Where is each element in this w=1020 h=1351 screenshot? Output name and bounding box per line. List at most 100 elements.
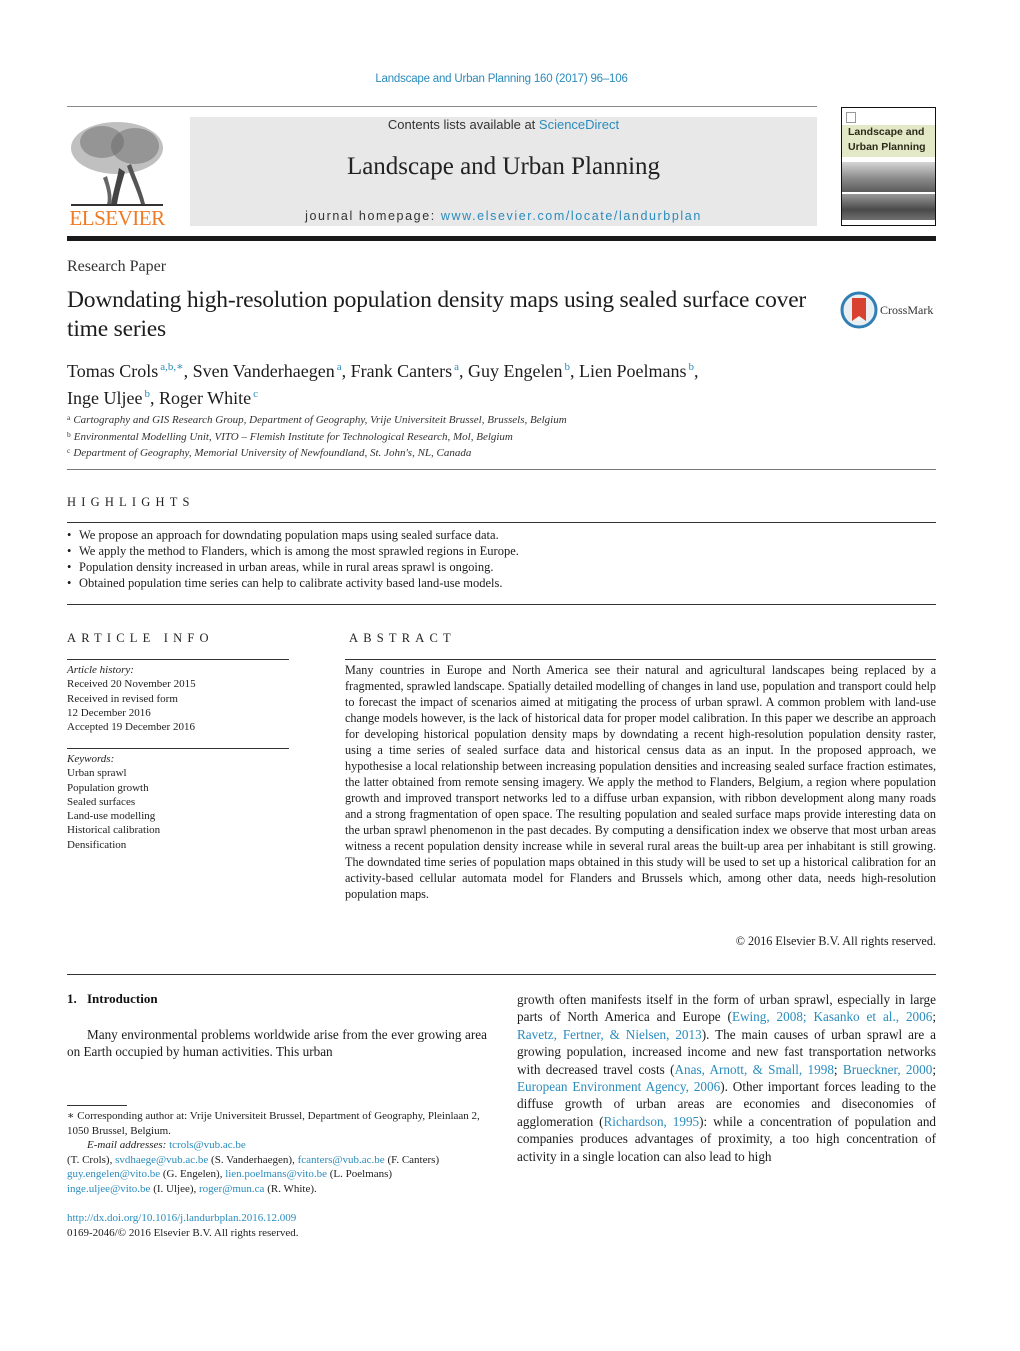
citation-link[interactable]: Ravetz, Fertner, & Nielsen, 2013 — [517, 1027, 702, 1042]
highlights-top-rule — [67, 522, 936, 523]
keyword: Urban sprawl — [67, 767, 127, 780]
affiliation-text: Cartography and GIS Research Group, Depa… — [73, 414, 567, 426]
footnotes: ∗ Corresponding author at: Vrije Univers… — [67, 1109, 487, 1196]
citation-link[interactable]: Ewing, 2008; Kasanko et al., 2006 — [732, 1009, 932, 1024]
affiliation-key: b — [67, 429, 71, 439]
email-link[interactable]: fcanters@vub.ac.be — [298, 1154, 385, 1166]
journal-cover-thumbnail[interactable]: Landscape and Urban Planning — [841, 107, 936, 226]
section-number: 1. — [67, 991, 77, 1006]
masthead-divider — [67, 106, 817, 107]
cover-publisher-mark-icon — [846, 112, 856, 123]
author-separator: , — [693, 361, 699, 381]
elsevier-wordmark: ELSEVIER — [69, 206, 165, 230]
article-history: Article history: Received 20 November 20… — [67, 663, 196, 734]
article-info-heading: ARTICLE INFO — [67, 631, 214, 645]
email-owner: (R. White). — [267, 1182, 317, 1195]
affiliation: c Department of Geography, Memorial Unive… — [67, 444, 567, 461]
highlights-bottom-rule — [67, 604, 936, 605]
history-label: Article history: — [67, 664, 134, 676]
journal-homepage-link[interactable]: www.elsevier.com/locate/landurbplan — [441, 209, 702, 223]
author-name: Frank Canters — [350, 361, 453, 381]
email-owner: (L. Poelmans) — [329, 1168, 393, 1180]
contents-line: Contents lists available at ScienceDirec… — [190, 117, 817, 132]
keyword: Land-use modelling — [67, 810, 156, 823]
article-type: Research Paper — [67, 258, 167, 275]
highlight-item: • We propose an approach for downdating p… — [67, 527, 519, 543]
journal-name: Landscape and Urban Planning — [346, 153, 661, 180]
email-link[interactable]: lien.poelmans@vito.be — [225, 1168, 327, 1180]
citation-link[interactable]: European Environment Agency, 2006 — [517, 1079, 720, 1094]
highlight-text: We apply the method to Flanders, which i… — [79, 544, 519, 558]
abstract-rule — [345, 659, 936, 660]
email-link[interactable]: inge.uljee@vito.be — [67, 1183, 150, 1195]
crossmark-label[interactable]: CrossMark — [880, 303, 933, 318]
highlight-text: Population density increased in urban ar… — [79, 560, 494, 574]
citation-link[interactable]: Anas, Arnott, & Small, 1998 — [675, 1062, 834, 1077]
author-separator: , — [183, 361, 193, 381]
email-link[interactable]: svdhaege@vub.ac.be — [115, 1154, 208, 1166]
email-addresses: E-mail addresses: tcrols@vub.ac.be (T. Cr… — [67, 1139, 440, 1195]
keyword: Population growth — [67, 781, 149, 794]
author-name: Inge Uljee — [67, 388, 143, 408]
bullet-icon: • — [67, 576, 72, 590]
keyword: Sealed surfaces — [67, 795, 136, 808]
article-title: Downdating high-resolution population de… — [67, 287, 807, 342]
email-owner: (F. Canters) — [387, 1153, 440, 1166]
keyword: Historical calibration — [67, 824, 161, 837]
email-owner: (G. Engelen) — [162, 1168, 220, 1180]
affiliation-divider — [67, 469, 936, 470]
history-item: Received 20 November 2015 — [67, 678, 196, 691]
author-separator: , — [569, 361, 579, 381]
citation-link[interactable]: Brueckner, 2000 — [843, 1062, 932, 1077]
email-label: E-mail addresses: — [87, 1139, 170, 1151]
highlight-item: • Population density increased in urban a… — [67, 559, 519, 575]
doi-link[interactable]: http://dx.doi.org/10.1016/j.landurbplan.… — [67, 1211, 299, 1226]
author-list: Tomas Crols a,b,∗, Sven Vanderhaegen a, Fr… — [67, 356, 847, 410]
body-text: ; — [932, 1061, 936, 1077]
affiliation-key: c — [67, 446, 71, 455]
keyword: Densification — [67, 838, 127, 851]
author-name: Guy Engelen — [468, 361, 563, 381]
author-affiliation-marker[interactable]: c — [253, 388, 258, 400]
email-link[interactable]: tcrols@vub.ac.be — [169, 1139, 246, 1151]
cover-title-line1: Landscape and — [848, 126, 925, 138]
abstract-heading: ABSTRACT — [349, 631, 456, 645]
intro-paragraph-right: growth often manifests itself in the for… — [517, 991, 936, 1165]
highlights-list: • We propose an approach for downdating p… — [67, 527, 519, 591]
affiliation-text: Environmental Modelling Unit, VITO – Fle… — [73, 430, 513, 443]
author-affiliation-marker[interactable]: a,b,∗ — [160, 361, 183, 373]
body-text: ; — [932, 1009, 936, 1025]
email-link[interactable]: roger@mun.ca — [199, 1183, 264, 1195]
keywords-rule — [67, 748, 289, 749]
footnote-rule — [67, 1105, 127, 1106]
highlight-item: • Obtained population time series can hel… — [67, 575, 519, 591]
keywords-label: Keywords: — [67, 753, 115, 765]
bullet-icon: • — [67, 528, 72, 542]
email-owner: (I. Uljee) — [153, 1182, 194, 1195]
homepage-prefix: journal homepage: — [305, 209, 441, 223]
corresponding-author-note: ∗ Corresponding author at: Vrije Univers… — [67, 1110, 480, 1137]
email-link[interactable]: guy.engelen@vito.be — [67, 1168, 160, 1180]
author-name: Roger White — [158, 388, 252, 408]
bullet-icon: • — [67, 544, 72, 558]
contents-prefix: Contents lists available at — [387, 117, 539, 132]
body-divider — [67, 974, 936, 975]
history-item: Accepted 19 December 2016 — [67, 721, 195, 734]
highlight-text: Obtained population time series can help… — [79, 576, 503, 590]
article-info-rule — [67, 659, 289, 660]
author-name: Tomas Crols — [67, 361, 159, 381]
author-separator: , — [149, 388, 159, 408]
abstract-text: Many countries in Europe and North Ameri… — [345, 663, 936, 901]
issn-copyright: 0169-2046/© 2016 Elsevier B.V. All right… — [67, 1226, 299, 1239]
section-title: Introduction — [87, 991, 158, 1006]
masthead-thick-rule — [67, 236, 936, 241]
affiliation: a Cartography and GIS Research Group, Dep… — [67, 411, 567, 428]
sciencedirect-link[interactable]: ScienceDirect — [539, 117, 619, 132]
abstract-copyright: © 2016 Elsevier B.V. All rights reserved… — [735, 934, 936, 948]
affiliation-key: a — [67, 413, 71, 422]
journal-citation-link[interactable]: Landscape and Urban Planning 160 (2017) … — [0, 73, 1003, 85]
cover-title: Landscape and Urban Planning — [842, 125, 935, 157]
cover-photo-street — [842, 194, 935, 220]
citation-link[interactable]: Richardson, 1995 — [603, 1114, 699, 1129]
bullet-icon: • — [67, 560, 72, 574]
